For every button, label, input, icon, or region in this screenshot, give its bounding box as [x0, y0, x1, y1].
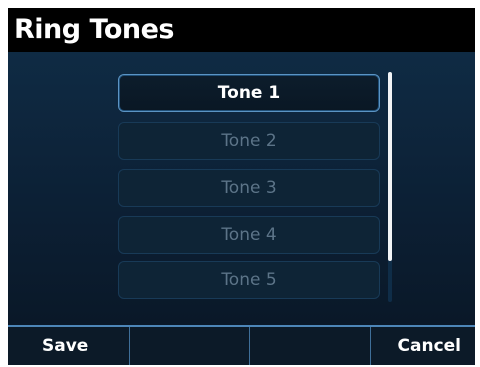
tone-item-3[interactable]: Tone 3 — [118, 169, 380, 207]
tone-item-4[interactable]: Tone 4 — [118, 216, 380, 254]
softkey-2[interactable] — [129, 327, 249, 365]
tone-item-1[interactable]: Tone 1 — [118, 74, 380, 112]
tone-item-2[interactable]: Tone 2 — [118, 122, 380, 160]
scrollbar[interactable] — [388, 72, 392, 302]
cancel-softkey[interactable]: Cancel — [370, 327, 475, 365]
ring-tones-panel: Tone 1 Tone 2 Tone 3 Tone 4 Tone 5 — [8, 52, 475, 325]
softkey-divider — [249, 327, 250, 365]
title-bar: Ring Tones — [8, 8, 475, 52]
softkey-3[interactable] — [249, 327, 370, 365]
tone-list: Tone 1 Tone 2 Tone 3 Tone 4 Tone 5 — [8, 52, 475, 325]
save-softkey[interactable]: Save — [8, 327, 129, 365]
tone-item-5[interactable]: Tone 5 — [118, 261, 380, 299]
scrollbar-thumb[interactable] — [388, 72, 392, 261]
softkey-divider — [129, 327, 130, 365]
softkey-bar: Save Cancel — [8, 325, 475, 365]
page-title: Ring Tones — [14, 14, 174, 45]
phone-screen: Ring Tones Tone 1 Tone 2 Tone 3 Tone 4 T… — [8, 8, 475, 365]
softkey-divider — [370, 327, 371, 365]
